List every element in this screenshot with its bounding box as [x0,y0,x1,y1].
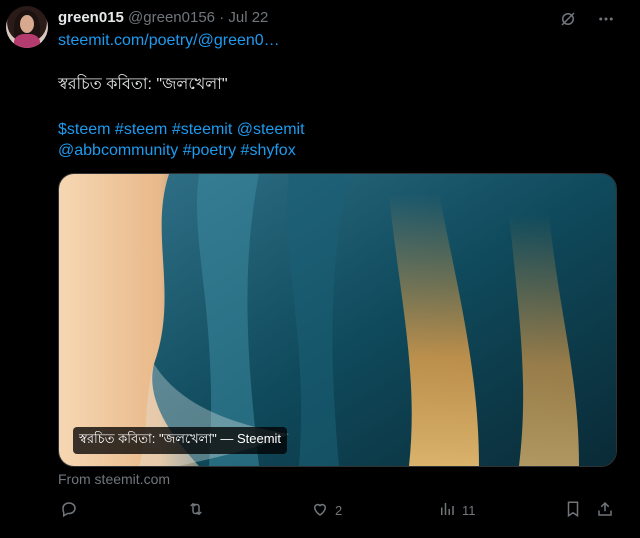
tweet-text-line1: স্বরচিত কবিতা: "জলখেলা" [58,76,228,93]
action-bar: 2 11 [58,500,618,524]
views-button[interactable]: 11 [438,500,476,521]
bookmark-button[interactable] [564,500,582,521]
ocean-wave-image [59,174,616,466]
tweet-header: green015 @green0156 · Jul 22 [58,9,268,26]
share-button[interactable] [596,500,614,521]
tweet-hashtags-line2[interactable]: @abbcommunity #poetry #shyfox [58,141,296,161]
link-card[interactable]: স্বরচিত কবিতা: "জলখেলা" — Steemit [58,173,617,467]
like-count: 2 [335,503,343,518]
avatar[interactable] [6,6,48,48]
like-button[interactable]: 2 [311,500,342,521]
views-count: 11 [462,503,476,518]
views-icon [438,500,456,521]
reply-button[interactable] [60,500,78,521]
tweet-date[interactable]: Jul 22 [228,9,268,26]
tweet-hashtags-line1[interactable]: $steem #steem #steemit @steemit [58,120,305,140]
author-handle[interactable]: @green0156 [128,9,215,26]
heart-icon [311,500,329,521]
author-name[interactable]: green015 [58,9,124,26]
bookmark-icon [564,500,582,521]
more-icon[interactable] [596,9,616,29]
separator: · [219,9,225,26]
retweet-button[interactable] [186,500,206,521]
reply-icon [60,500,78,521]
card-caption: স্বরচিত কবিতা: "জলখেলা" — Steemit [73,427,288,454]
share-icon [596,500,614,521]
tweet-link[interactable]: steemit.com/poetry/@green0… [58,32,280,50]
tweet[interactable]: green015 @green0156 · Jul 22 steemit.com… [0,0,640,538]
retweet-icon [186,500,206,521]
source-domain[interactable]: From steemit.com [58,471,170,487]
grok-icon[interactable] [558,9,578,29]
top-icons [558,9,616,29]
